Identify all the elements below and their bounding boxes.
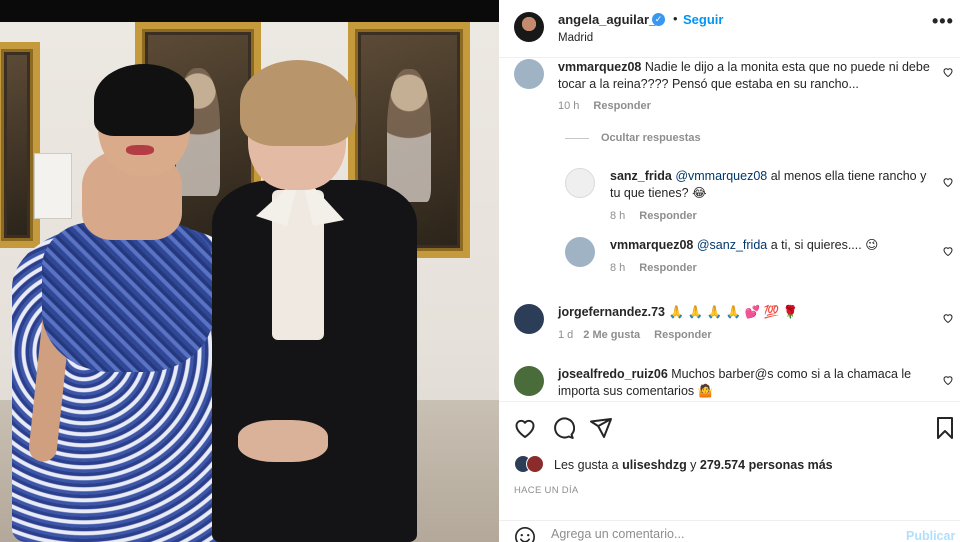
- follow-button[interactable]: Seguir: [683, 12, 723, 27]
- comment-body: vmmarquez08 Nadie le dijo a la monita es…: [558, 59, 933, 93]
- reply-button[interactable]: Responder: [639, 262, 696, 274]
- comment-time[interactable]: 8 h: [610, 210, 625, 222]
- comments-list[interactable]: vmmarquez08 Nadie le dijo a la monita es…: [499, 58, 960, 401]
- comment-body: jorgefernandez.73 🙏 🙏 🙏 🙏 💕 💯 🌹: [558, 304, 933, 321]
- reply-button[interactable]: Responder: [654, 329, 711, 341]
- girl-bodice: [42, 222, 214, 372]
- liker-avatar: [526, 455, 544, 473]
- comment-text: 🙏 🙏 🙏 🙏 💕 💯 🌹: [664, 305, 799, 319]
- likes-text: Les gusta a uliseshdzg y 279.574 persona…: [554, 458, 833, 472]
- girl-hair: [94, 64, 194, 136]
- post-time[interactable]: HACE UN DÍA: [514, 485, 579, 496]
- author-avatar[interactable]: [514, 12, 544, 42]
- like-comment-heart-icon[interactable]: [942, 312, 954, 324]
- add-comment-bar: Publicar: [499, 520, 960, 542]
- post-side-panel: angela_aguilar_ ✓ • Seguir Madrid ••• vm…: [499, 0, 960, 542]
- separator-dot: •: [673, 11, 678, 26]
- post-header: angela_aguilar_ ✓ • Seguir Madrid •••: [499, 0, 960, 58]
- comment-time[interactable]: 8 h: [610, 262, 625, 274]
- comment-meta: 8 h Responder: [610, 210, 697, 222]
- commenter-avatar[interactable]: [514, 59, 544, 89]
- comment-meta: 8 h Responder: [610, 262, 697, 274]
- more-options-icon[interactable]: •••: [932, 12, 954, 30]
- comment-username[interactable]: josealfredo_ruiz06: [558, 367, 668, 381]
- liker-username[interactable]: uliseshdzg: [622, 458, 687, 472]
- comment-body: vmmarquez08 @sanz_frida a ti, si quieres…: [610, 237, 932, 254]
- lady-hands: [238, 420, 328, 462]
- comment-likes[interactable]: 2 Me gusta: [583, 329, 640, 341]
- comment-username[interactable]: jorgefernandez.73: [558, 305, 665, 319]
- commenter-avatar[interactable]: [514, 366, 544, 396]
- likes-middle: y: [686, 458, 700, 472]
- bookmark-icon[interactable]: [933, 416, 957, 440]
- comment-mention[interactable]: @vmmarquez08: [675, 169, 767, 183]
- comment-mention[interactable]: @sanz_frida: [697, 238, 767, 252]
- comment-username[interactable]: vmmarquez08: [558, 60, 641, 74]
- comment-text: a ti, si quieres.... 😉: [767, 238, 879, 252]
- like-comment-heart-icon[interactable]: [942, 245, 954, 257]
- like-comment-heart-icon[interactable]: [942, 176, 954, 188]
- comment-input[interactable]: [551, 527, 881, 541]
- likes-count[interactable]: 279.574 personas más: [700, 458, 833, 472]
- commenter-avatar[interactable]: [565, 168, 595, 198]
- commenter-avatar[interactable]: [514, 304, 544, 334]
- lady-hair: [240, 60, 356, 146]
- heart-icon[interactable]: [513, 416, 537, 440]
- share-icon[interactable]: [589, 416, 613, 440]
- comment-meta: 10 h Responder: [558, 100, 651, 112]
- emoji-icon[interactable]: [514, 526, 536, 542]
- post-actions: Les gusta a uliseshdzg y 279.574 persona…: [499, 401, 960, 542]
- hide-replies-label: Ocultar respuestas: [601, 132, 701, 144]
- comment-time[interactable]: 10 h: [558, 100, 579, 112]
- comment-username[interactable]: sanz_frida: [610, 169, 672, 183]
- comment-username[interactable]: vmmarquez08: [610, 238, 693, 252]
- like-comment-heart-icon[interactable]: [942, 374, 954, 386]
- like-comment-heart-icon[interactable]: [942, 66, 954, 78]
- post-location[interactable]: Madrid: [558, 32, 593, 44]
- reply-button[interactable]: Responder: [639, 210, 696, 222]
- comment-body: sanz_frida @vmmarquez08 al menos ella ti…: [610, 168, 932, 202]
- hide-replies-toggle[interactable]: Ocultar respuestas: [565, 132, 701, 144]
- author-username[interactable]: angela_aguilar_: [558, 12, 656, 27]
- comment-time[interactable]: 1 d: [558, 329, 573, 341]
- museum-plaque: [34, 153, 72, 219]
- publish-button[interactable]: Publicar: [906, 529, 955, 542]
- divider-line: [565, 137, 589, 139]
- commenter-avatar[interactable]: [565, 237, 595, 267]
- verified-badge-icon: ✓: [652, 13, 665, 26]
- comment-icon[interactable]: [551, 416, 575, 440]
- reply-button[interactable]: Responder: [593, 100, 650, 112]
- girl-lips: [126, 145, 154, 155]
- post-photo[interactable]: [0, 0, 499, 542]
- likes-prefix: Les gusta a: [554, 458, 623, 472]
- comment-meta: 1 d 2 Me gusta Responder: [558, 329, 712, 341]
- comment-body: josealfredo_ruiz06 Muchos barber@s como …: [558, 366, 933, 400]
